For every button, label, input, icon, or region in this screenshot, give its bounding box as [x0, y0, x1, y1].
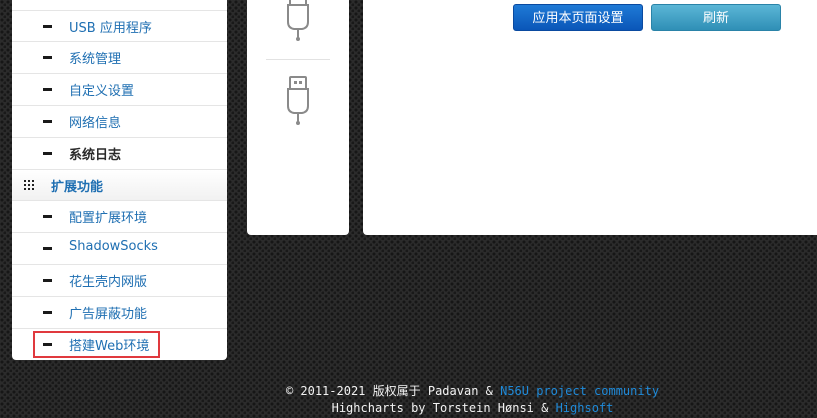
- footer-copyright: © 2011-2021 版权属于 Padavan & N56U project …: [0, 382, 817, 399]
- community-link[interactable]: N56U project community: [500, 384, 659, 398]
- charts-credit-text: Highcharts by Torstein Hønsi &: [331, 401, 556, 415]
- sidebar-item-label: 搭建Web环境: [69, 339, 150, 354]
- refresh-button[interactable]: 刷新: [651, 4, 781, 31]
- sidebar-item-label: 网络信息: [69, 116, 122, 131]
- dash-icon: [43, 311, 52, 314]
- sidebar-item-config-ext-env[interactable]: 配置扩展环境: [12, 200, 227, 231]
- sidebar-item-custom-settings[interactable]: 自定义设置: [12, 73, 227, 104]
- apply-settings-button[interactable]: 应用本页面设置: [513, 4, 643, 31]
- sidebar-item-shadowsocks[interactable]: ShadowSocks: [12, 232, 227, 263]
- sidebar-item-system-log[interactable]: 系统日志: [12, 137, 227, 168]
- sidebar-item-label: 花生壳内网版: [69, 275, 148, 290]
- dash-icon: [43, 152, 52, 155]
- sidebar-item-label: 配置扩展环境: [69, 211, 148, 226]
- sidebar-section-extensions[interactable]: 扩展功能: [12, 169, 227, 200]
- usb-panel: [247, 0, 349, 235]
- sidebar-item-usb-apps[interactable]: USB 应用程序: [12, 10, 227, 41]
- main-panel: 应用本页面设置 刷新: [363, 0, 817, 235]
- sidebar-item-label: USB 应用程序: [69, 21, 152, 36]
- footer-credits: Highcharts by Torstein Hønsi & Highsoft: [0, 401, 817, 415]
- sidebar-item-system-admin[interactable]: 系统管理: [12, 41, 227, 72]
- grid-icon: [24, 180, 34, 190]
- sidebar-item-network-info[interactable]: 网络信息: [12, 105, 227, 136]
- sidebar-item-label: ShadowSocks: [69, 239, 158, 254]
- dash-icon: [43, 247, 52, 250]
- dash-icon: [43, 120, 52, 123]
- sidebar-item-label: 系统管理: [69, 52, 122, 67]
- sidebar-item-web-env[interactable]: 搭建Web环境: [12, 328, 227, 359]
- dash-icon: [43, 88, 52, 91]
- usb-divider: [266, 59, 330, 60]
- dash-icon: [43, 343, 52, 346]
- sidebar-item-label: 广告屏蔽功能: [69, 307, 148, 322]
- sidebar-item-label: 系统日志: [69, 148, 122, 163]
- sidebar-item-adblock[interactable]: 广告屏蔽功能: [12, 296, 227, 327]
- sidebar-item-oray[interactable]: 花生壳内网版: [12, 264, 227, 295]
- usb-icon[interactable]: [285, 76, 311, 126]
- usb-icon[interactable]: [285, 0, 311, 42]
- sidebar-section-label: 扩展功能: [51, 180, 104, 195]
- dash-icon: [43, 215, 52, 218]
- highsoft-link[interactable]: Highsoft: [556, 401, 614, 415]
- copyright-text: © 2011-2021 版权属于 Padavan &: [285, 384, 501, 398]
- sidebar-menu: USB 应用程序 系统管理 自定义设置 网络信息 系统日志 扩展功能 配置扩展环…: [12, 0, 227, 360]
- sidebar-item-label: 自定义设置: [69, 84, 135, 99]
- dash-icon: [43, 25, 52, 28]
- dash-icon: [43, 279, 52, 282]
- dash-icon: [43, 56, 52, 59]
